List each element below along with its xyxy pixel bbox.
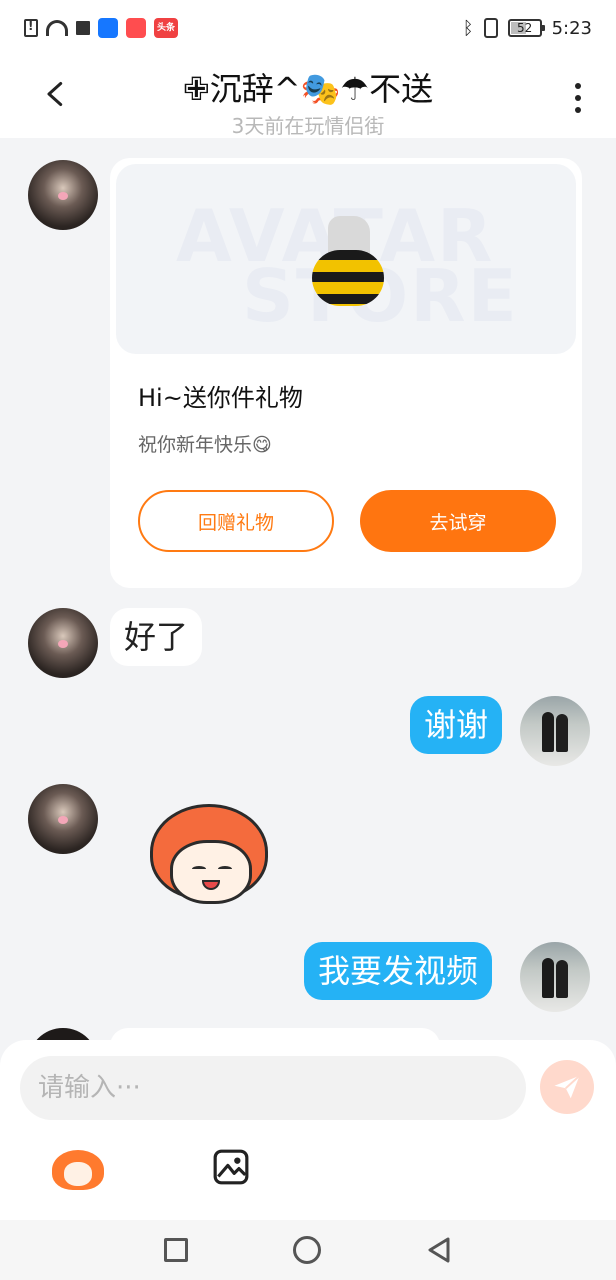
home-icon[interactable] bbox=[293, 1236, 321, 1264]
contact-avatar[interactable] bbox=[28, 608, 98, 678]
sim-alert-icon bbox=[24, 19, 38, 37]
shield-app-icon bbox=[98, 18, 118, 38]
send-button[interactable] bbox=[540, 1060, 594, 1114]
return-gift-button[interactable]: 回赠礼物 bbox=[138, 490, 334, 552]
contact-avatar[interactable] bbox=[28, 1028, 98, 1040]
system-status: ᛒ 52 5:23 bbox=[463, 18, 592, 39]
avatar-sticker-button[interactable] bbox=[52, 1144, 104, 1192]
system-nav-bar bbox=[0, 1220, 616, 1280]
more-dot-icon bbox=[575, 95, 581, 101]
gift-description: 祝你新年快乐😋 bbox=[138, 434, 272, 456]
contact-avatar[interactable] bbox=[28, 784, 98, 854]
contact-avatar[interactable] bbox=[28, 160, 98, 230]
contact-status: 3天前在玩情侣街 bbox=[231, 114, 385, 138]
my-avatar[interactable] bbox=[520, 696, 590, 766]
my-avatar[interactable] bbox=[520, 942, 590, 1012]
message-bubble-incoming[interactable]: 好了 bbox=[110, 608, 203, 666]
more-dot-icon bbox=[575, 83, 581, 89]
sticker-message[interactable] bbox=[144, 800, 274, 912]
message-bubble-incoming[interactable] bbox=[110, 1028, 440, 1040]
more-options-button[interactable] bbox=[566, 78, 590, 118]
clock: 5:23 bbox=[551, 17, 592, 39]
vibrate-icon bbox=[483, 18, 498, 38]
square-icon bbox=[76, 21, 90, 35]
status-bar: 头条 ᛒ 52 5:23 bbox=[0, 0, 616, 56]
shopping-app-icon bbox=[126, 18, 146, 38]
message-input[interactable] bbox=[20, 1056, 526, 1120]
notification-icons: 头条 bbox=[24, 18, 178, 38]
gift-title: Hi~送你件礼物 bbox=[138, 384, 303, 412]
back-triangle-icon[interactable] bbox=[426, 1236, 452, 1264]
image-picker-icon[interactable] bbox=[212, 1148, 250, 1186]
gift-card[interactable]: AVATAR STORE Hi~送你件礼物 祝你新年快乐😋 回赠礼物 去试穿 bbox=[110, 158, 582, 588]
bluetooth-icon: ᛒ bbox=[462, 17, 474, 39]
input-panel bbox=[0, 1040, 616, 1220]
toutiao-app-icon: 头条 bbox=[154, 18, 178, 38]
contact-name: ✙沉辞^🎭☂不送 bbox=[182, 70, 434, 108]
chat-header: ✙沉辞^🎭☂不送 3天前在玩情侣街 bbox=[0, 56, 616, 138]
message-bubble-outgoing[interactable]: 我要发视频 bbox=[304, 942, 493, 1000]
gift-banner: AVATAR STORE bbox=[116, 164, 576, 354]
message-bubble-outgoing[interactable]: 谢谢 bbox=[410, 696, 503, 754]
try-on-button[interactable]: 去试穿 bbox=[360, 490, 556, 552]
send-icon bbox=[554, 1075, 581, 1099]
recent-apps-icon[interactable] bbox=[164, 1238, 188, 1262]
chat-messages[interactable]: AVATAR STORE Hi~送你件礼物 祝你新年快乐😋 回赠礼物 去试穿 好… bbox=[0, 138, 616, 1040]
battery-icon: 52 bbox=[507, 19, 545, 37]
gift-item-image bbox=[312, 216, 386, 308]
more-dot-icon bbox=[575, 107, 581, 113]
battery-level: 52 bbox=[516, 21, 533, 35]
wifi-icon bbox=[46, 20, 68, 36]
